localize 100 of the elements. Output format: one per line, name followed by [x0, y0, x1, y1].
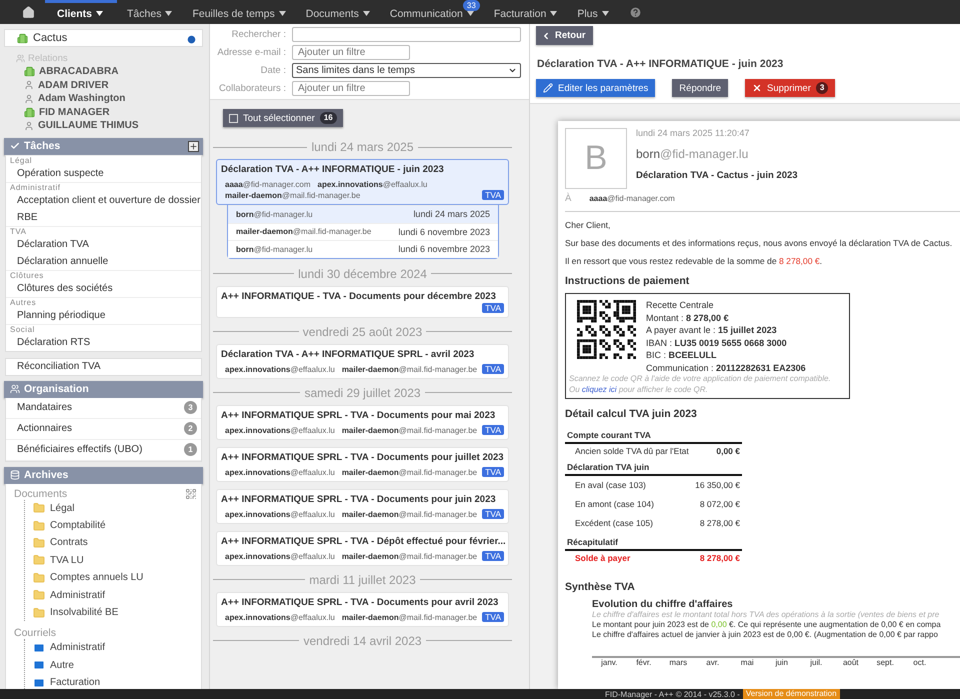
date-select[interactable]: Sans limites dans le temps [292, 63, 521, 78]
email-thread-card[interactable]: Déclaration TVA - A++ INFORMATIQUE SPRL - avril 2023 apex.innovations@effaalux.lu mailer-daemon@mail.fid-manager.be TVA [216, 344, 509, 378]
archive-folder[interactable]: Insolvabilité BE [25, 604, 201, 622]
client-card[interactable]: Cactus [4, 29, 203, 47]
email-address: apex.innovations@effaalux.lu [225, 550, 335, 562]
task-link[interactable]: RBE [6, 208, 201, 226]
email-address: mailer-daemon@mail.fid-manager.be [342, 550, 478, 562]
archive-folder[interactable]: Comptes annuels LU [25, 569, 201, 586]
email-thread-card[interactable]: Déclaration TVA - A++ INFORMATIQUE - juin 2023 aaaa@fid-manager.com apex.innovations@effaalux.lu mailer-daemon@mail.fid-manager.be TVA [216, 159, 509, 205]
filter-input[interactable]: Ajouter un filtre [292, 81, 410, 96]
task-link[interactable]: Réconciliation TVA [5, 358, 202, 376]
task-link[interactable]: Planning périodique [6, 306, 201, 324]
category-label: Légal [6, 154, 201, 164]
thread-subject: A++ INFORMATIQUE SPRL - TVA - Dépôt effectué pour février... [221, 536, 504, 548]
category-label: Social [6, 324, 201, 334]
month-label: févr. [635, 658, 652, 667]
category-label: TVA [6, 226, 201, 236]
panel-title: Organisation [24, 383, 90, 395]
category-label: Administratif [6, 182, 201, 192]
checkbox[interactable] [229, 114, 238, 122]
relation-link[interactable]: ADAM DRIVER [24, 78, 203, 92]
email-thread-card[interactable]: A++ INFORMATIQUE SPRL - TVA - Documents pour avril 2023 apex.innovations@effaalux.lu mailer-daemon@mail.fid-manager.be TVA [216, 592, 509, 626]
message-date: lundi 6 novembre 2023 [398, 226, 490, 237]
email-date: lundi 24 mars 2025 11:20:47 [636, 128, 750, 138]
date-separator: samedi 29 juillet 2023 [304, 386, 421, 400]
relation-link[interactable]: FID MANAGER [24, 106, 203, 119]
qr-code-icon[interactable] [185, 488, 197, 500]
home-icon [22, 6, 35, 18]
archive-folder[interactable]: Comptabilité [25, 516, 201, 534]
help-icon [628, 6, 642, 18]
count-badge: 2 [184, 422, 197, 435]
archive-folder[interactable]: Administratif [25, 586, 201, 604]
archive-folder[interactable]: Administratif [25, 639, 201, 657]
payment-detail: Montant : 8 278,00 € [646, 312, 730, 323]
relation-link[interactable]: GUILLAUME THIMUS [24, 119, 203, 132]
archive-folder[interactable]: Facturation [25, 674, 201, 689]
email-thread-card[interactable]: A++ INFORMATIQUE SPRL - TVA - Documents pour juin 2023 apex.innovations@effaalux.lu mailer-daemon@mail.fid-manager.be TVA [216, 488, 509, 524]
organisation-item[interactable]: Actionnaires 2 [6, 418, 201, 440]
body-text: Il en ressort que vous restez redevable de la somme de 8 278,00 €. [565, 256, 824, 266]
avatar: B [565, 128, 627, 189]
nav-menu-item[interactable]: Communication 33 [380, 0, 484, 24]
building-icon [24, 106, 35, 118]
email-thread-card[interactable]: A++ INFORMATIQUE SPRL - TVA - Dépôt effectué pour février... apex.innovations@effaalux.lu mailer-daemon@mail.fid-manager.be TVA [216, 530, 509, 566]
sender-address: born@fid-manager.lu [636, 147, 750, 161]
nav-menu-item[interactable]: Facturation [484, 0, 568, 24]
relation-link[interactable]: Adam Washington [24, 92, 203, 106]
thread-subject: A++ INFORMATIQUE SPRL - TVA - Documents pour juin 2023 [221, 494, 497, 506]
task-link[interactable]: Acceptation client et ouverture de dossier [6, 192, 201, 208]
footer-text: FID-Manager - A++ © 2014 - v25.3.0 - [605, 690, 740, 698]
back-button[interactable]: Retour [536, 26, 593, 45]
task-link[interactable]: Déclaration RTS [6, 334, 201, 350]
email-thread-card[interactable]: A++ INFORMATIQUE - TVA - Documents pour décembre 2023 TVA [216, 286, 509, 318]
payment-detail: BIC : BCEELULL [646, 350, 718, 360]
delete-button[interactable]: Supprimer 3 [745, 79, 836, 97]
message-row[interactable]: born@fid-manager.lu lundi 24 mars 2025 [228, 205, 498, 222]
edit-button[interactable]: Editer les paramètres [536, 79, 656, 97]
organisation-item[interactable]: Mandataires 3 [6, 398, 201, 418]
email-address: apex.innovations@effaalux.lu [225, 508, 335, 520]
email-thread-card[interactable]: A++ INFORMATIQUE SPRL - TVA - Documents pour juillet 2023 apex.innovations@effaalux.lu mailer-daemon@mail.fid-manager.be TVA [216, 446, 509, 482]
section-heading: Instructions de paiement [565, 275, 690, 287]
filter-input[interactable] [292, 27, 521, 42]
nav-menu-item[interactable]: Plus [567, 0, 619, 24]
caret-icon [278, 11, 286, 16]
email-thread-card[interactable]: A++ INFORMATIQUE SPRL - TVA - Documents pour mai 2023 apex.innovations@effaalux.lu mailer-daemon@mail.fid-manager.be TVA [216, 404, 509, 440]
month-label: mars [668, 658, 688, 667]
email-address: mailer-daemon@mail.fid-manager.be [342, 466, 478, 478]
category-tag: TVA [482, 466, 504, 476]
organisation-label: Mandataires [17, 402, 74, 413]
nav-menu-item[interactable]: Documents [296, 0, 380, 24]
task-link[interactable]: Opération suspecte [6, 164, 201, 182]
category-tag: TVA [482, 190, 504, 200]
archive-folder[interactable]: TVA LU [25, 552, 201, 570]
archive-folder[interactable]: Légal [25, 500, 201, 517]
task-link[interactable]: Déclaration TVA [6, 236, 201, 252]
task-link[interactable]: Déclaration annuelle [6, 252, 201, 270]
month-label: sept. [876, 658, 895, 667]
folder-icon [33, 572, 45, 584]
organisation-item[interactable]: Bénéficiaires effectifs (UBO) 1 [6, 440, 201, 460]
section-heading: Synthèse TVA [565, 580, 636, 593]
archive-folder[interactable]: Contrats [25, 534, 201, 552]
date-separator: vendredi 25 août 2023 [302, 324, 422, 338]
filter-label: Date : [260, 65, 286, 76]
nav-menu-item[interactable]: Feuilles de temps [182, 0, 296, 24]
filter-label: Rechercher : [230, 29, 286, 40]
message-row[interactable]: born@fid-manager.lu lundi 6 novembre 2023 [228, 240, 498, 258]
add-button[interactable] [188, 140, 199, 152]
select-all-button[interactable]: Tout sélectionner 16 [223, 109, 343, 127]
email-subject: Déclaration TVA - Cactus - juin 2023 [636, 170, 798, 181]
relation-link[interactable]: ABRACADABRA [24, 65, 203, 78]
filter-input[interactable]: Ajouter un filtre [292, 45, 410, 60]
people-icon [10, 384, 20, 394]
archive-folder[interactable]: Autre [25, 656, 201, 674]
envelope-icon [33, 659, 45, 672]
recipient-address: aaaa@fid-manager.com [589, 193, 675, 204]
qr-link[interactable]: cliquez ici [582, 384, 617, 394]
task-link[interactable]: Clôtures des sociétés [6, 280, 201, 296]
nav-menu-item[interactable]: Tâches [117, 0, 182, 24]
email-address: apex.innovations@effaalux.lu [225, 424, 335, 436]
reply-button[interactable]: Répondre [672, 79, 728, 97]
panel-title: Tâches [24, 140, 62, 152]
